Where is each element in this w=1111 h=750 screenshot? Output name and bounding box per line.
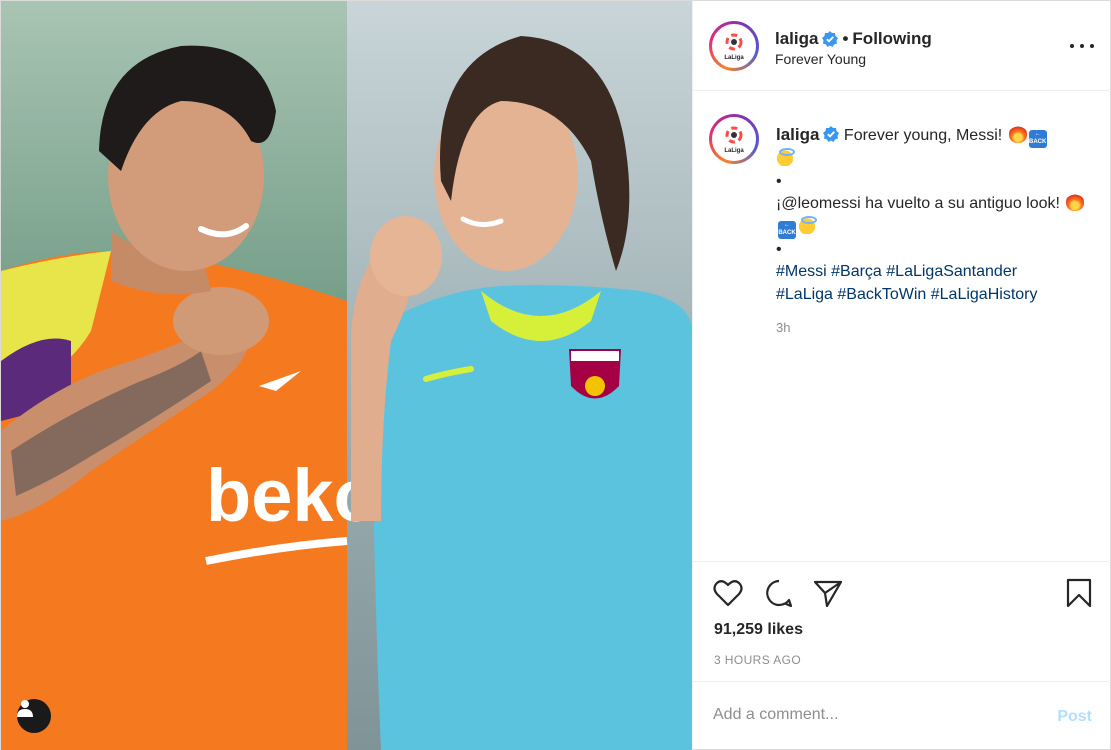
comments-section[interactable]: LaLiga laliga Forever young, Messi! ← BAC… [693,92,1111,562]
comment-input[interactable] [713,706,1033,724]
like-button[interactable] [712,577,744,609]
bookmark-icon [1066,578,1092,608]
post-image[interactable]: beko [1,1,692,750]
heart-icon [713,580,743,607]
separator-dot: • [842,29,849,48]
laliga-logo-icon: LaLiga [724,126,744,154]
svg-text:LaLiga: LaLiga [724,55,744,61]
post-side-panel: LaLiga laliga • Following Forever Young [692,1,1111,750]
more-dot-icon [1090,44,1094,48]
hashtag-links[interactable]: #LaLiga #BackToWin #LaLigaHistory [776,284,1086,307]
post-location-subtitle[interactable]: Forever Young [775,51,866,67]
caption-text-line1: Forever young, Messi! [843,127,1003,144]
more-dot-icon [1080,44,1084,48]
likes-count[interactable]: 91,259 likes [714,621,803,639]
more-dot-icon [1070,44,1074,48]
svg-text:LaLiga: LaLiga [724,148,744,154]
smiling-halo-emoji-icon [776,148,795,166]
caption-timestamp: 3h [776,320,791,335]
caption-text-line2: ¡@leomessi ha vuelto a su antiguo look! [776,195,1060,212]
photo-illustration: beko [1,36,692,750]
fire-emoji-icon [1066,193,1085,211]
back-arrow-emoji-icon: ← BACK [1028,130,1047,148]
instagram-post: beko LaLiga laliga • Following Forever Y… [0,0,1111,750]
post-timestamp[interactable]: 3 HOURS AGO [714,653,801,667]
save-button[interactable] [1063,577,1095,609]
comment-bubble-icon [766,579,793,608]
paper-plane-icon [813,580,843,607]
person-icon [17,700,33,717]
avatar[interactable]: LaLiga [709,21,759,71]
header-name-row: laliga • Following [775,29,932,49]
smiling-halo-emoji-icon [798,215,817,234]
fire-emoji-icon [1008,125,1027,143]
hashtag-links[interactable]: #Messi #Barça #LaLigaSantander [776,261,1086,284]
caption-avatar[interactable]: LaLiga [709,114,759,164]
tagged-user-button[interactable] [17,699,51,733]
verified-badge-icon [822,31,839,47]
action-bar [693,571,1111,615]
caption-bullet: • [776,172,782,190]
post-comment-button[interactable]: Post [1057,708,1092,726]
following-button[interactable]: Following [852,29,931,49]
caption-bullet: • [776,240,782,258]
comment-button[interactable] [763,577,795,609]
back-arrow-emoji-icon: ← BACK [778,220,796,239]
share-button[interactable] [812,577,844,609]
laliga-logo-icon: LaLiga [724,33,744,61]
more-options-button[interactable] [1070,37,1094,55]
caption-username-link[interactable]: laliga [776,125,819,144]
verified-badge-icon [823,126,840,142]
post-header: LaLiga laliga • Following Forever Young [693,1,1111,91]
username-link[interactable]: laliga [775,29,818,49]
post-caption: laliga Forever young, Messi! ← BACK • ¡@l… [776,124,1086,306]
add-comment-bar: Post [693,681,1111,750]
